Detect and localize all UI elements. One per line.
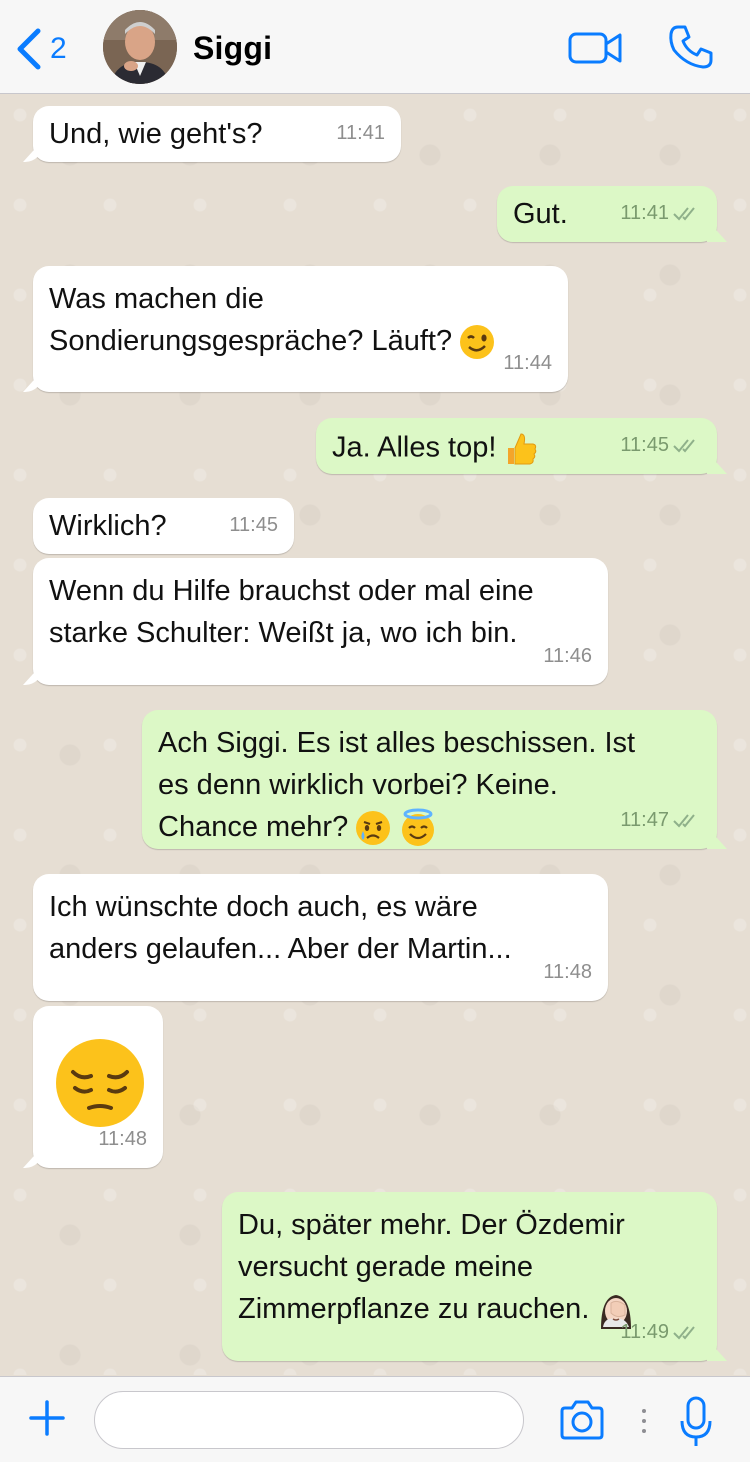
outgoing-message[interactable]: Ja. Alles top! 11:45 xyxy=(316,418,717,474)
plus-icon[interactable] xyxy=(28,1399,66,1437)
contact-name[interactable]: Siggi xyxy=(193,30,272,67)
message-text: Wenn du Hilfe brauchst oder mal eine sta… xyxy=(49,575,534,649)
incoming-message[interactable]: 11:48 xyxy=(33,1006,163,1168)
winking-face-emoji xyxy=(458,323,496,361)
back-button[interactable]: 2 xyxy=(14,26,67,72)
message-time: 11:46 xyxy=(543,645,592,667)
microphone-icon[interactable] xyxy=(678,1395,714,1449)
message-time: 11:49 xyxy=(620,1311,701,1353)
double-check-icon xyxy=(673,439,695,453)
incoming-message[interactable]: Wirklich? 11:45 xyxy=(33,498,294,554)
double-check-icon xyxy=(673,1326,695,1340)
crying-face-emoji xyxy=(354,809,392,847)
message-time: 11:44 xyxy=(503,352,552,374)
pensive-face-emoji xyxy=(53,1036,147,1130)
message-text: Was machen die Sondierungsgespräche? Läu… xyxy=(49,278,552,362)
double-check-icon xyxy=(673,207,695,221)
phone-icon[interactable] xyxy=(668,24,714,70)
video-camera-icon[interactable] xyxy=(568,30,622,66)
chat-area[interactable]: Und, wie geht's? 11:41 Gut. 11:41 Was ma… xyxy=(0,95,750,1375)
message-time: 11:41 xyxy=(620,192,701,234)
message-time: 11:47 xyxy=(620,799,701,841)
thumbs-up-emoji xyxy=(502,430,540,468)
incoming-message[interactable]: Ich wünschte doch auch, es wäre anders g… xyxy=(33,874,608,1001)
message-time: 11:41 xyxy=(336,122,385,144)
message-time: 11:45 xyxy=(229,514,278,536)
incoming-message[interactable]: Wenn du Hilfe brauchst oder mal eine sta… xyxy=(33,558,608,685)
outgoing-message[interactable]: Gut. 11:41 xyxy=(497,186,717,242)
smiling-face-with-halo-emoji xyxy=(398,808,438,848)
divider-dots xyxy=(642,1409,646,1433)
chat-header: 2 Siggi xyxy=(0,0,750,94)
unread-count: 2 xyxy=(50,32,67,65)
message-time: 11:45 xyxy=(620,424,701,466)
chevron-left-icon xyxy=(17,28,41,70)
incoming-message[interactable]: Was machen die Sondierungsgespräche? Läu… xyxy=(33,266,568,392)
message-text: Und, wie geht's? xyxy=(49,118,263,150)
incoming-message[interactable]: Und, wie geht's? 11:41 xyxy=(33,106,401,162)
double-check-icon xyxy=(673,814,695,828)
input-bar xyxy=(0,1376,750,1462)
message-input[interactable] xyxy=(94,1391,524,1449)
camera-icon[interactable] xyxy=(558,1399,606,1441)
outgoing-message[interactable]: Du, später mehr. Der Özdemir versucht ge… xyxy=(222,1192,717,1361)
message-text: Ich wünschte doch auch, es wäre anders g… xyxy=(49,891,512,965)
outgoing-message[interactable]: Ach Siggi. Es ist alles beschissen. Ist … xyxy=(142,710,717,849)
message-time: 11:48 xyxy=(543,961,592,983)
avatar[interactable] xyxy=(103,10,177,84)
message-time: 11:48 xyxy=(98,1128,147,1150)
